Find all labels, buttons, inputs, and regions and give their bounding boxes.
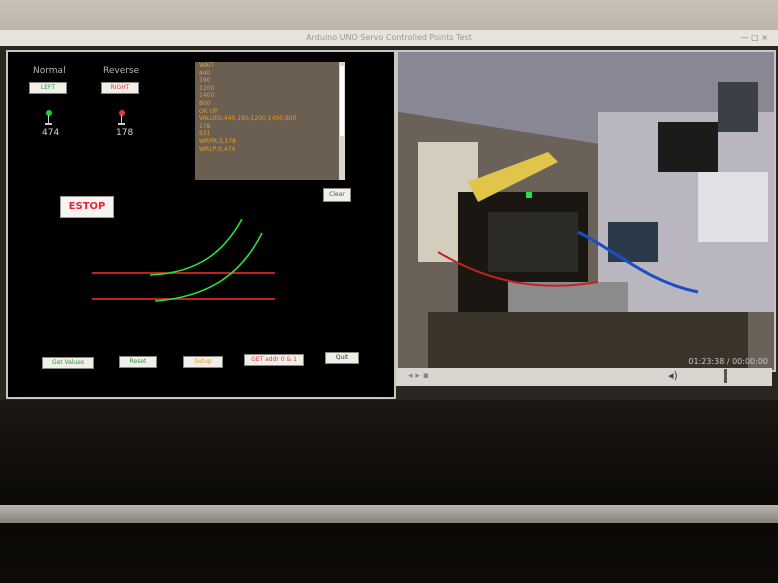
log-scrollbar[interactable]: [339, 62, 345, 180]
camera-image: [398, 52, 774, 370]
left-signal-base: [45, 123, 52, 125]
right-signal-post: [121, 115, 122, 123]
left-position-value: 474: [42, 128, 60, 138]
video-timecode: 01:23:38 / 00:00:00: [688, 357, 768, 366]
get-addr-button[interactable]: GET addr 0 & 1: [244, 354, 304, 366]
window-titlebar: Arduino UNO Servo Controlled Points Test…: [0, 30, 778, 46]
log-line: WAIT: [199, 62, 215, 69]
log-line: 440: [199, 69, 211, 77]
log-lines: WAIT 440 190 1200 1400 800 OK UP VALUES:440,190…: [195, 62, 345, 153]
left-button[interactable]: LEFT: [29, 82, 67, 94]
log-line: 831: [199, 130, 211, 138]
reset-button[interactable]: Reset: [119, 356, 157, 368]
window-controls[interactable]: — □ ×: [741, 30, 768, 46]
log-line: 178: [199, 122, 211, 130]
log-line: OK UP: [199, 107, 218, 115]
playback-controls-icon[interactable]: ◂ ▸ ▪: [408, 371, 429, 381]
log-line: 1200: [199, 84, 215, 92]
right-signal-base: [118, 123, 125, 125]
log-line: WRLP:0,474: [199, 145, 236, 153]
volume-icon[interactable]: ◂): [668, 369, 678, 382]
video-controls: ◂ ▸ ▪ ◂): [396, 368, 772, 386]
left-signal-post: [48, 115, 49, 123]
setup-button[interactable]: Setup: [183, 356, 223, 368]
left-signal-led: [46, 110, 52, 116]
quit-button[interactable]: Quit: [325, 352, 359, 364]
log-line: 800: [199, 99, 211, 107]
log-line: 1400: [199, 92, 215, 100]
clear-button[interactable]: Clear: [323, 188, 351, 202]
serial-log[interactable]: WAIT 440 190 1200 1400 800 OK UP VALUES:440,190…: [195, 62, 345, 180]
log-line: VALUES:440,190,1200,1400,800: [199, 115, 297, 123]
log-scroll-thumb[interactable]: [340, 66, 344, 136]
window-title: Arduino UNO Servo Controlled Points Test: [306, 33, 472, 42]
diverging-route-lower: [154, 232, 263, 302]
monitor-bezel: [0, 400, 778, 583]
log-line: 190: [199, 77, 211, 85]
right-button[interactable]: RIGHT: [101, 82, 139, 94]
diverging-route-upper: [149, 218, 243, 276]
volume-slider[interactable]: [724, 369, 727, 383]
log-line: WRPR:3,178: [199, 137, 236, 145]
right-position-value: 178: [116, 128, 134, 138]
normal-label: Normal: [33, 66, 66, 76]
desk-edge: [0, 505, 778, 523]
reverse-label: Reverse: [103, 66, 140, 76]
camera-feed: 01:23:38 / 00:00:00: [396, 50, 776, 372]
get-values-button[interactable]: Get Values: [42, 357, 94, 369]
turnout-diagram: [92, 218, 275, 302]
right-signal-led: [119, 110, 125, 116]
